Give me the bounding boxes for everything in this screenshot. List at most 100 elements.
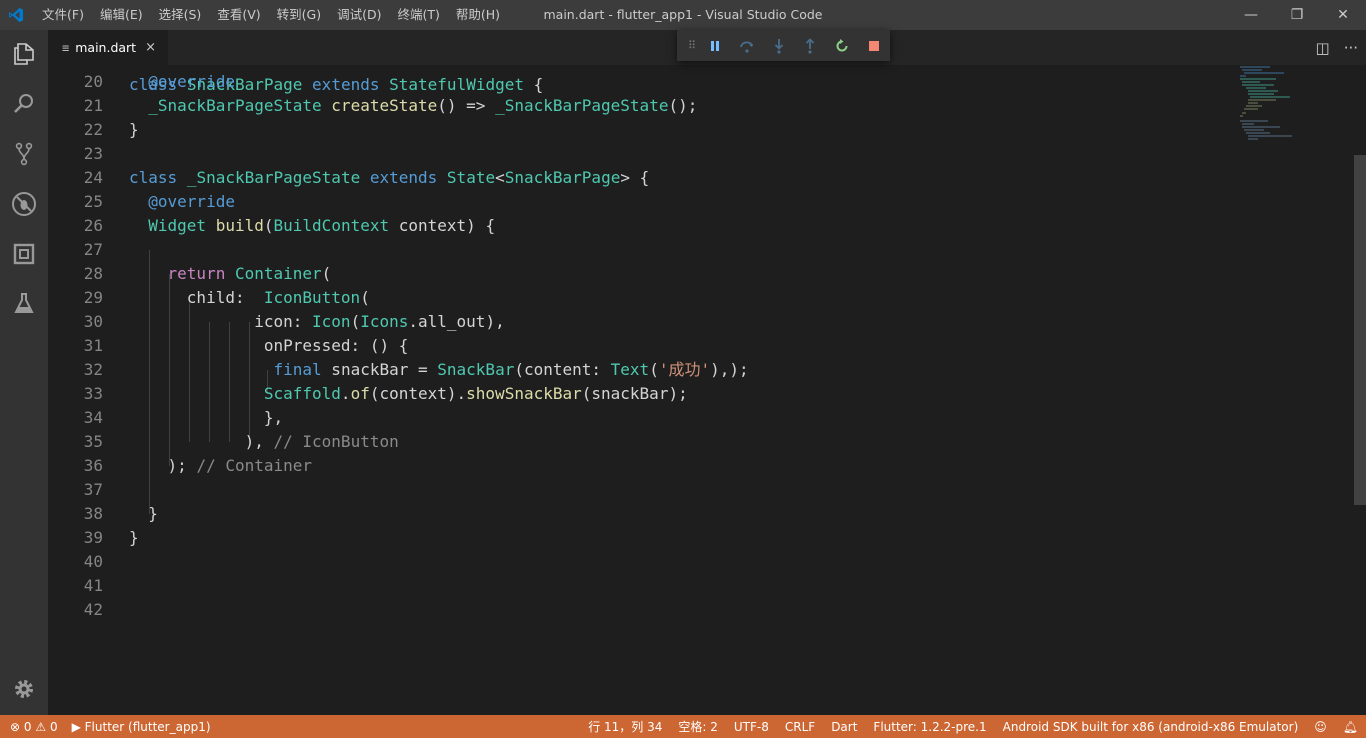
menu-bar: 文件(F) 编辑(E) 选择(S) 查看(V) 转到(G) 调试(D) 终端(T… [34, 0, 508, 30]
line-number: 20 [83, 72, 103, 91]
tab-label: main.dart [75, 40, 137, 55]
code-line: 27 [48, 238, 1228, 262]
pause-icon [710, 40, 719, 51]
code-line: 38 } [48, 502, 1228, 526]
window-controls: — ❐ ✕ [1228, 0, 1366, 30]
menu-selection[interactable]: 选择(S) [151, 0, 210, 30]
code-line: 30 icon: Icon(Icons.all_out), [48, 310, 1228, 334]
menu-debug[interactable]: 调试(D) [329, 0, 389, 30]
line-number: 31 [83, 336, 103, 355]
code-line: 28 return Container( [48, 262, 1228, 286]
restart-icon [836, 38, 848, 51]
menu-view[interactable]: 查看(V) [209, 0, 268, 30]
split-editor-icon[interactable]: ◫ [1316, 39, 1330, 57]
minimize-button[interactable]: — [1228, 0, 1274, 30]
code-line: 33 Scaffold.of(context).showSnackBar(sna… [48, 382, 1228, 406]
debug-icon[interactable] [0, 180, 48, 228]
step-into-icon [774, 38, 783, 54]
close-window-button[interactable]: ✕ [1320, 0, 1366, 30]
code-line: 31 onPressed: () { [48, 334, 1228, 358]
minimap[interactable] [1236, 65, 1306, 145]
line-number: 26 [83, 216, 103, 235]
line-number: 27 [83, 240, 103, 259]
indentation[interactable]: 空格: 2 [678, 718, 718, 735]
code-line: 32 final snackBar = SnackBar(content: Te… [48, 358, 1228, 382]
code-line: 23 [48, 142, 1228, 166]
code-line: 39} [48, 526, 1228, 550]
debug-target[interactable]: ▶ Flutter (flutter_app1) [72, 720, 211, 734]
code-line: 42 [48, 598, 1228, 622]
code-line: 40 [48, 550, 1228, 574]
end-of-line[interactable]: CRLF [785, 720, 815, 734]
error-count: 0 [23, 719, 32, 734]
line-number: 39 [83, 528, 103, 547]
code-line: 22} [48, 118, 1228, 142]
line-number: 34 [83, 408, 103, 427]
warning-icon: ⚠ [35, 719, 47, 734]
line-number: 21 [83, 96, 103, 115]
line-number: 38 [83, 504, 103, 523]
test-flask-icon[interactable] [0, 280, 48, 328]
code-line: 37 [48, 478, 1228, 502]
debug-target-label: Flutter (flutter_app1) [84, 719, 211, 734]
pause-button[interactable] [699, 30, 731, 61]
line-number: 35 [83, 432, 103, 451]
step-over-icon [739, 40, 753, 53]
code-line: 29 child: IconButton( [48, 286, 1228, 310]
line-number: 29 [83, 288, 103, 307]
menu-terminal[interactable]: 终端(T) [389, 0, 447, 30]
search-icon[interactable] [0, 80, 48, 128]
line-number: 41 [83, 576, 103, 595]
code-line: 24 class _SnackBarPageState extends State… [48, 166, 1228, 190]
drag-handle-icon[interactable]: ⠿ [685, 39, 699, 52]
settings-gear-icon[interactable] [0, 665, 48, 713]
stop-icon [869, 40, 880, 51]
status-bar: ⊗ 0 ⚠ 0 ▶ Flutter (flutter_app1) 行 11，列 … [0, 715, 1366, 738]
device-selector[interactable]: Android SDK built for x86 (android-x86 E… [1003, 720, 1299, 734]
activity-bar [0, 30, 48, 715]
line-number: 37 [83, 480, 103, 499]
line-number: 25 [83, 192, 103, 211]
tab-close-icon[interactable]: × [145, 40, 156, 55]
encoding[interactable]: UTF-8 [734, 720, 769, 734]
language-mode[interactable]: Dart [831, 720, 857, 734]
debug-toolbar: ⠿ [677, 30, 890, 61]
code-editor[interactable]: class SnackBarPage extends StatefulWidge… [48, 65, 1366, 715]
extensions-icon[interactable] [0, 230, 48, 278]
error-icon: ⊗ [10, 719, 21, 734]
code-line: 36 ); // Container [48, 454, 1228, 478]
step-out-button[interactable] [794, 30, 826, 61]
stop-button[interactable] [858, 30, 890, 61]
line-number: 23 [83, 144, 103, 163]
title-bar: 文件(F) 编辑(E) 选择(S) 查看(V) 转到(G) 调试(D) 终端(T… [0, 0, 1366, 30]
source-control-icon[interactable] [0, 130, 48, 178]
vertical-scrollbar[interactable] [1354, 155, 1366, 505]
code-line: 34 }, [48, 406, 1228, 430]
line-number: 32 [83, 360, 103, 379]
file-lines-icon: ≡ [62, 40, 70, 55]
line-number: 24 [83, 168, 103, 187]
restore-button[interactable]: ❐ [1274, 0, 1320, 30]
step-into-button[interactable] [763, 30, 795, 61]
feedback-smiley-icon[interactable]: ☺ [1314, 720, 1327, 734]
menu-help[interactable]: 帮助(H) [448, 0, 508, 30]
menu-go[interactable]: 转到(G) [269, 0, 329, 30]
notifications-bell-icon[interactable]: 🔔︎ [1343, 720, 1358, 734]
warning-count: 0 [49, 719, 58, 734]
explorer-icon[interactable] [0, 30, 48, 78]
cursor-position[interactable]: 行 11，列 34 [588, 718, 662, 735]
line-number: 36 [83, 456, 103, 475]
more-actions-icon[interactable]: ··· [1344, 39, 1358, 57]
step-over-button[interactable] [731, 30, 763, 61]
code-line: 25 @override [48, 190, 1228, 214]
line-number: 30 [83, 312, 103, 331]
tab-main-dart[interactable]: ≡ main.dart × [48, 30, 168, 65]
play-icon: ▶ [71, 719, 81, 734]
restart-button[interactable] [826, 30, 858, 61]
menu-file[interactable]: 文件(F) [34, 0, 92, 30]
problems-indicator[interactable]: ⊗ 0 ⚠ 0 [10, 720, 58, 734]
code-line: 26 Widget build(BuildContext context) { [48, 214, 1228, 238]
flutter-version[interactable]: Flutter: 1.2.2-pre.1 [873, 720, 986, 734]
code-line: 20 @override [48, 70, 1228, 94]
menu-edit[interactable]: 编辑(E) [92, 0, 151, 30]
